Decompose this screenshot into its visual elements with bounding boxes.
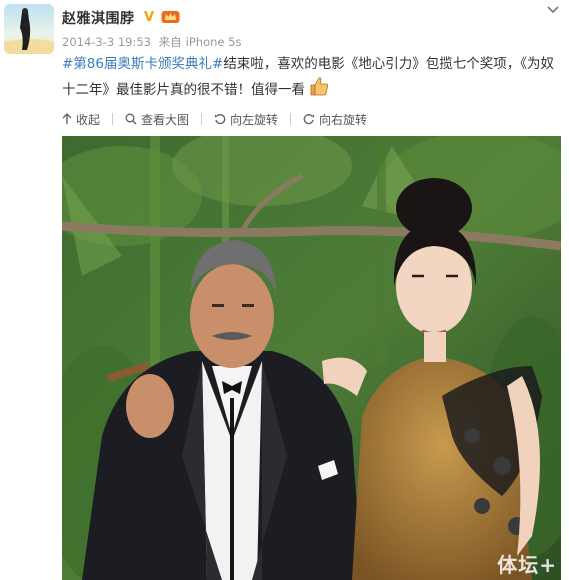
collapse-label: 收起 [76,112,101,127]
arrow-up-icon [62,113,72,124]
post-text: #第86届奥斯卡颁奖典礼#结束啦，喜欢的电影《地心引力》包揽七个奖项，《为奴十二… [62,52,562,104]
topic-link[interactable]: #第86届奥斯卡颁奖典礼# [62,56,223,72]
rotate-right-icon [303,114,315,125]
rotate-right-button[interactable]: 向右旋转 [303,111,367,128]
avatar[interactable] [4,4,54,54]
toolbar-divider [201,113,203,125]
rotate-left-button[interactable]: 向左旋转 [214,111,278,128]
image-toolbar: 收起 查看大图 向左旋转 向右旋转 [62,109,385,129]
rotate-left-label: 向左旋转 [230,112,279,127]
thumbs-up-icon [308,76,330,104]
collapse-button[interactable]: 收起 [62,111,100,128]
magnifier-icon [125,113,137,125]
rotate-left-icon [214,114,226,125]
chevron-down-icon[interactable] [546,4,560,19]
post-date[interactable]: 2014-3-3 19:53 [62,35,151,49]
image-watermark: 体坛+ [497,553,557,577]
toolbar-divider [290,113,292,125]
post-source[interactable]: iPhone 5s [186,35,242,49]
post-source-prefix: 来自 [158,35,182,49]
member-crown-icon[interactable] [161,9,180,24]
rotate-right-label: 向右旋转 [319,112,368,127]
author-name[interactable]: 赵雅淇围脖 [62,8,135,28]
verified-badge-icon: V [144,10,155,25]
post-meta: 2014-3-3 19:53 来自 iPhone 5s [62,34,245,50]
post-photo[interactable]: 体坛+ [62,136,561,580]
toolbar-divider [112,113,114,125]
view-large-label: 查看大图 [141,112,190,127]
view-large-button[interactable]: 查看大图 [125,111,189,128]
